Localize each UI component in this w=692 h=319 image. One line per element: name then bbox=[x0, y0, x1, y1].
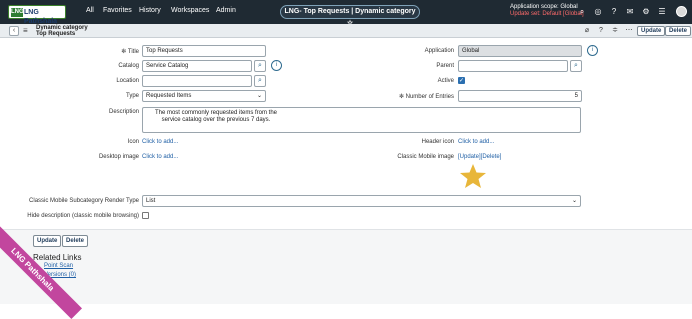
nav-all[interactable]: All bbox=[86, 7, 94, 14]
active-label: Active bbox=[437, 78, 454, 84]
catalog-lookup-icon[interactable]: ⌕ bbox=[254, 60, 266, 72]
description-field[interactable]: The most commonly requested items from t… bbox=[142, 107, 581, 133]
header-delete-button[interactable]: Delete bbox=[665, 26, 692, 36]
search-icon[interactable]: ⌕ bbox=[577, 7, 587, 17]
nav-admin[interactable]: Admin bbox=[216, 7, 236, 14]
type-label: Type bbox=[125, 93, 139, 99]
entries-field[interactable]: 5 bbox=[458, 90, 582, 102]
entries-label: ✻ Number of Entries bbox=[398, 94, 454, 100]
record-title-pill[interactable]: LNG- Top Requests | Dynamic category ☆ bbox=[280, 5, 420, 27]
related-links-title: Related Links bbox=[33, 253, 82, 262]
required-icon: ✻ bbox=[121, 49, 128, 55]
chevron-down-icon: ⌄ bbox=[571, 198, 577, 204]
application-field: Global bbox=[458, 45, 582, 57]
application-info-icon[interactable]: i bbox=[587, 45, 598, 56]
mobile-image-label: Classic Mobile image bbox=[397, 154, 454, 160]
title-label: ✻ Title bbox=[121, 49, 139, 55]
globe-icon[interactable]: ◎ bbox=[593, 7, 603, 17]
desktop-image-label: Desktop image bbox=[98, 154, 139, 160]
catalog-label: Catalog bbox=[118, 63, 139, 69]
sliders-icon[interactable]: ≑ bbox=[610, 26, 620, 36]
description-text: The most commonly requested items from t… bbox=[154, 110, 278, 123]
settings-icon[interactable]: ⚙ bbox=[641, 7, 651, 17]
location-field[interactable] bbox=[142, 75, 252, 87]
description-label: Description bbox=[108, 109, 139, 115]
hamburger-menu-icon[interactable]: ≡ bbox=[23, 26, 28, 35]
more-options-icon[interactable]: ⋯ bbox=[624, 26, 634, 36]
update-set-label: Update set: Default [Global] bbox=[510, 11, 584, 17]
form-header: ‹ ≡ Dynamic category Top Requests ⌀ ? ≑ … bbox=[0, 24, 692, 38]
help-icon[interactable]: ? bbox=[609, 7, 619, 17]
header-icon-label: Header icon bbox=[421, 139, 454, 145]
form-footer bbox=[0, 229, 692, 304]
nav-favorites[interactable]: Favorites bbox=[103, 7, 132, 14]
type-select-value: Requested Items bbox=[146, 93, 192, 99]
required-icon: ✻ bbox=[398, 94, 406, 100]
header-icon-add-link[interactable]: Click to add... bbox=[458, 139, 494, 145]
parent-lookup-icon[interactable]: ⌕ bbox=[570, 60, 582, 72]
form-title-record: Top Requests bbox=[36, 31, 76, 37]
nav-history[interactable]: History bbox=[139, 7, 161, 14]
application-scope[interactable]: Application scope: Global Update set: De… bbox=[510, 4, 584, 18]
header-update-button[interactable]: Update bbox=[637, 26, 666, 36]
logo-abbrev: LNG bbox=[11, 8, 24, 17]
render-type-value: List bbox=[146, 198, 156, 204]
location-lookup-icon[interactable]: ⌕ bbox=[254, 75, 266, 87]
chevron-down-icon: ⌄ bbox=[256, 93, 262, 99]
help-circle-icon[interactable]: ? bbox=[596, 26, 606, 36]
footer-update-button[interactable]: Update bbox=[33, 235, 62, 247]
location-label: Location bbox=[116, 78, 139, 84]
parent-label: Parent bbox=[436, 63, 454, 69]
catalog-field[interactable]: Service Catalog bbox=[142, 60, 252, 72]
hide-description-checkbox[interactable] bbox=[142, 212, 149, 219]
attachment-icon[interactable]: ⌀ bbox=[582, 26, 592, 36]
render-type-select[interactable]: List ⌄ bbox=[142, 195, 581, 207]
render-type-label: Classic Mobile Subcategory Render Type bbox=[29, 198, 139, 204]
form-title: Dynamic category Top Requests bbox=[36, 25, 88, 37]
mobile-image-links[interactable]: [Update][Delete] bbox=[458, 154, 501, 160]
icon-add-link[interactable]: Click to add... bbox=[142, 139, 178, 145]
back-button[interactable]: ‹ bbox=[9, 26, 19, 36]
active-checkbox[interactable]: ✓ bbox=[458, 77, 465, 84]
scope-label: Application scope: Global bbox=[510, 4, 578, 10]
desktop-image-add-link[interactable]: Click to add... bbox=[142, 154, 178, 160]
company-logo[interactable]: LNG LNG Pathshala bbox=[8, 5, 66, 25]
type-select[interactable]: Requested Items ⌄ bbox=[142, 90, 266, 102]
footer-delete-button[interactable]: Delete bbox=[62, 235, 89, 247]
chat-icon[interactable]: ☰ bbox=[657, 7, 667, 17]
related-link-point-scan[interactable]: Point Scan bbox=[44, 263, 73, 269]
parent-field[interactable] bbox=[458, 60, 568, 72]
icon-label: Icon bbox=[127, 139, 139, 145]
notifications-icon[interactable]: ✉ bbox=[625, 7, 635, 17]
user-avatar[interactable] bbox=[676, 6, 687, 17]
title-field[interactable]: Top Requests bbox=[142, 45, 266, 57]
catalog-info-icon[interactable]: i bbox=[271, 60, 282, 71]
top-navigation-bar: LNG LNG Pathshala All Favorites History … bbox=[0, 0, 692, 27]
nav-workspaces[interactable]: Workspaces bbox=[171, 7, 209, 14]
hide-description-label: Hide description (classic mobile browsin… bbox=[27, 213, 139, 219]
application-label: Application bbox=[424, 48, 454, 54]
star-image bbox=[460, 164, 486, 188]
